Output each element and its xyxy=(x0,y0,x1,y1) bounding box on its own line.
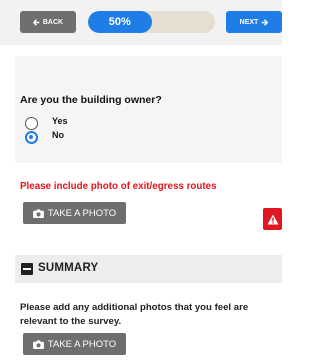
take-photo-button[interactable]: TAKE A PHOTO xyxy=(23,202,126,224)
progress-fill: 50% xyxy=(88,11,152,33)
next-button-label: NEXT xyxy=(239,18,259,26)
radio-yes-label: Yes xyxy=(52,116,68,126)
arrow-left-icon xyxy=(32,18,40,26)
back-button-label: BACK xyxy=(42,18,64,26)
photo-warning: Please include photo of exit/egress rout… xyxy=(20,181,217,192)
progress-bar: 50% xyxy=(88,11,215,33)
radio-no[interactable] xyxy=(25,131,38,144)
summary-title: SUMMARY xyxy=(38,262,99,274)
top-bar: BACK 50% NEXT xyxy=(0,0,282,45)
survey-screen: BACK 50% NEXT Are you the building owner… xyxy=(0,0,282,364)
warning-icon xyxy=(267,214,278,224)
question-text: Are you the building owner? xyxy=(20,94,162,106)
summary-take-photo-button[interactable]: TAKE A PHOTO xyxy=(23,333,126,355)
summary-description: Please add any additional photos that yo… xyxy=(20,302,249,327)
progress-text: 50% xyxy=(108,16,131,28)
summary-take-photo-label: TAKE A PHOTO xyxy=(47,338,117,350)
next-button[interactable]: NEXT xyxy=(226,11,282,33)
back-button[interactable]: BACK xyxy=(20,11,76,33)
warning-indicator xyxy=(263,208,282,230)
radio-no-label: No xyxy=(52,130,64,140)
radio-yes[interactable] xyxy=(25,117,38,130)
take-photo-label: TAKE A PHOTO xyxy=(47,207,117,219)
collapse-icon[interactable] xyxy=(21,263,33,275)
camera-icon xyxy=(32,339,44,349)
question-panel xyxy=(15,56,282,163)
arrow-right-icon xyxy=(262,18,269,26)
camera-icon xyxy=(32,208,44,218)
